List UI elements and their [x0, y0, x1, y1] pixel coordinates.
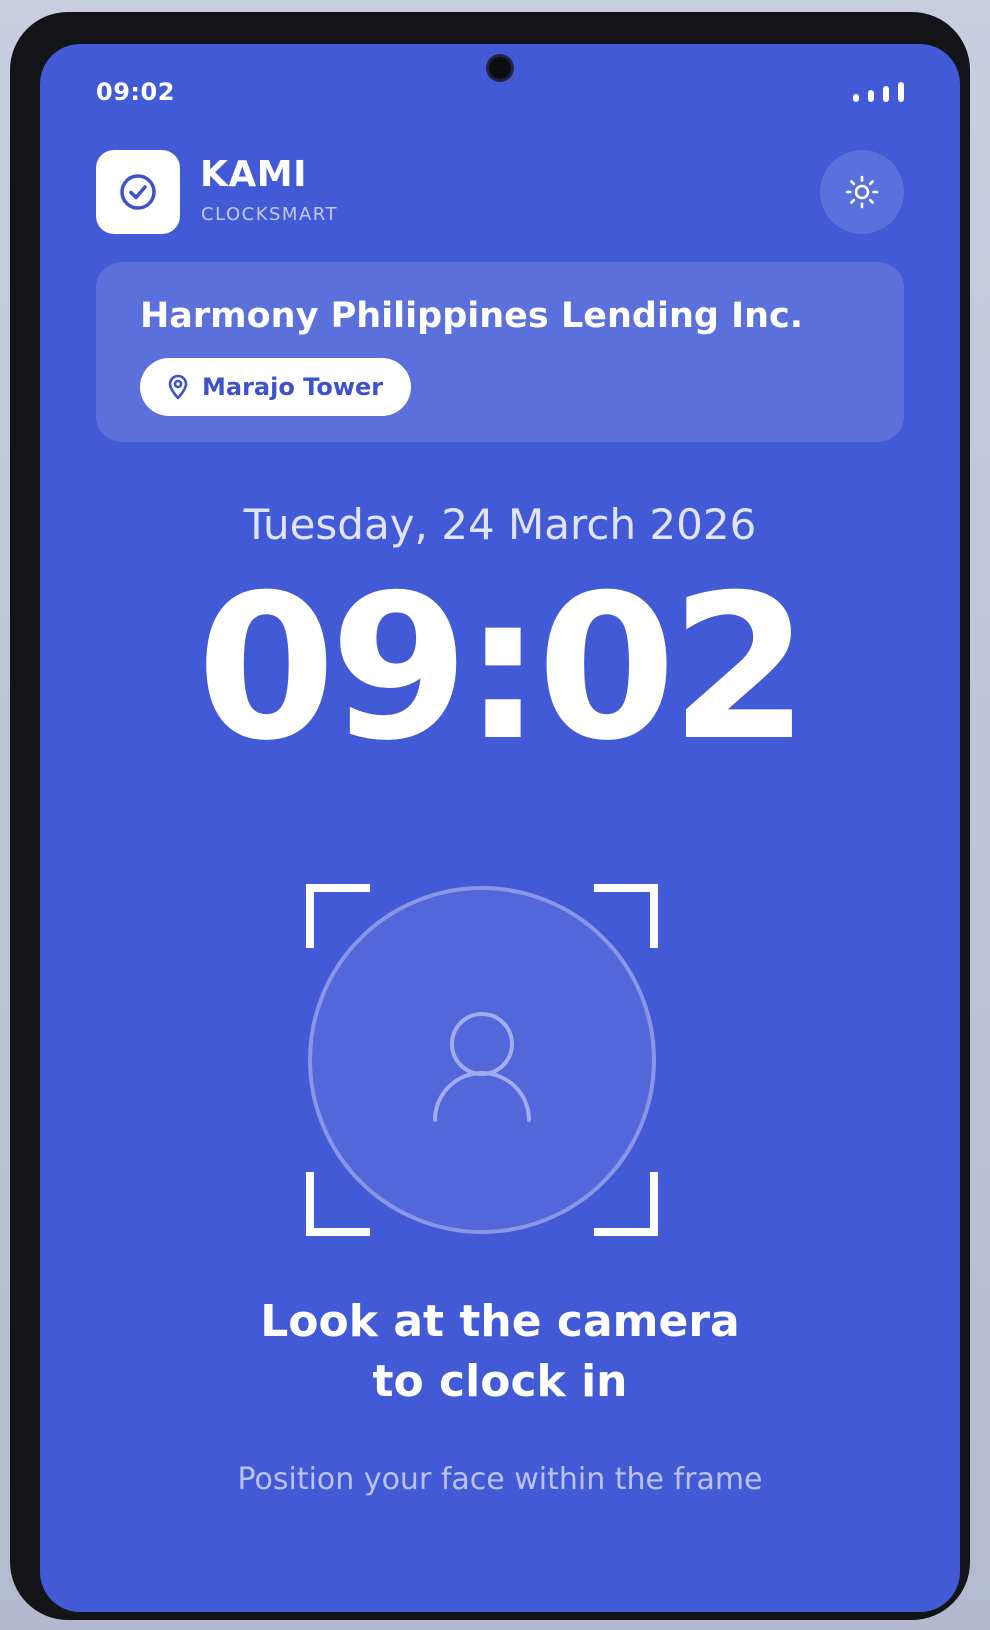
location-chip[interactable]: Marajo Tower: [140, 358, 412, 416]
signal-strength-icon: [853, 82, 904, 102]
status-bar-time: 09:02: [96, 78, 175, 106]
clock-in-prompt: Look at the camera to clock in: [40, 1292, 960, 1412]
check-circle-icon: [120, 174, 156, 210]
face-scan-circle: [308, 886, 656, 1234]
prompt-line-1: Look at the camera: [260, 1296, 740, 1347]
tablet-device: 09:02 KAMI CLOCKSMART Harmony Philippine…: [10, 12, 970, 1620]
app-subtitle: CLOCKSMART: [201, 204, 338, 225]
map-pin-icon: [168, 374, 188, 400]
face-scan-frame[interactable]: [306, 884, 658, 1236]
kiosk-screen: 09:02 KAMI CLOCKSMART Harmony Philippine…: [40, 44, 960, 1612]
theme-toggle-button[interactable]: [820, 150, 904, 234]
app-name: KAMI: [200, 154, 307, 195]
current-time: 09:02: [196, 552, 810, 785]
face-position-hint: Position your face within the frame: [237, 1462, 763, 1497]
current-date: Tuesday, 24 March 2026: [243, 500, 757, 549]
front-camera: [486, 54, 514, 82]
prompt-line-2: to clock in: [372, 1356, 628, 1407]
location-label: Marajo Tower: [202, 373, 384, 401]
company-name: Harmony Philippines Lending Inc.: [140, 296, 804, 336]
app-logo: [96, 150, 180, 234]
sun-icon: [845, 175, 879, 209]
company-card: Harmony Philippines Lending Inc. Marajo …: [96, 262, 904, 442]
